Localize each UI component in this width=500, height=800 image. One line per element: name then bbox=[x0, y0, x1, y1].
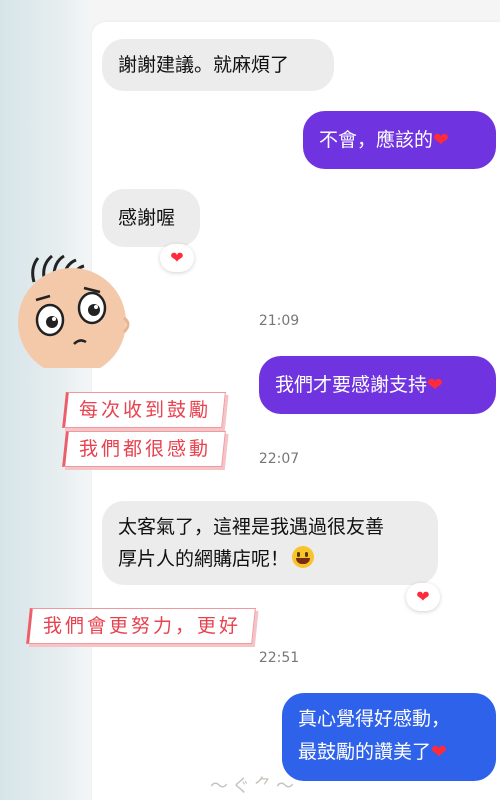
message-outgoing[interactable]: 不會，應該的❤ bbox=[303, 111, 496, 169]
message-text: 我們才要感謝支持 bbox=[275, 374, 428, 396]
heart-icon: ❤ bbox=[427, 374, 443, 396]
timestamp: 22:51 bbox=[258, 650, 300, 666]
heart-icon: ❤ bbox=[433, 129, 449, 151]
message-outgoing[interactable]: 我們才要感謝支持❤ bbox=[259, 356, 496, 414]
caption-overlay: 我們都很感動 bbox=[62, 431, 226, 467]
grinning-emoji-icon bbox=[292, 546, 315, 568]
message-incoming[interactable]: 謝謝建議。就麻煩了 bbox=[102, 39, 334, 91]
message-incoming[interactable]: 太客氣了，這裡是我遇過很友善 厚片人的網購店呢！ bbox=[102, 501, 438, 585]
caption-overlay: 我們會更努力，更好 bbox=[26, 608, 256, 644]
message-text-line1: 太客氣了，這裡是我遇過很友善 bbox=[118, 516, 385, 538]
heart-reaction-icon[interactable]: ❤ bbox=[160, 244, 194, 272]
message-text-line1: 真心覺得好感動， bbox=[298, 708, 451, 730]
handwritten-signature: 〜ぐ⺈〜 bbox=[210, 776, 298, 797]
timestamp: 22:07 bbox=[258, 451, 300, 467]
message-text-line2: 厚片人的網購店呢！ bbox=[118, 548, 290, 570]
timestamp: 21:09 bbox=[258, 313, 300, 329]
heart-reaction-icon[interactable]: ❤ bbox=[406, 583, 440, 611]
crying-face-mascot-icon bbox=[18, 254, 130, 368]
message-text: 不會，應該的 bbox=[319, 129, 434, 151]
caption-overlay: 每次收到鼓勵 bbox=[62, 392, 226, 428]
message-text-line2: 最鼓勵的讚美了 bbox=[298, 741, 432, 763]
message-text: 謝謝建議。就麻煩了 bbox=[118, 54, 290, 76]
heart-icon: ❤ bbox=[431, 741, 447, 763]
message-outgoing[interactable]: 真心覺得好感動， 最鼓勵的讚美了❤ bbox=[282, 693, 496, 781]
message-incoming[interactable]: 感謝喔 bbox=[102, 189, 200, 247]
message-text: 感謝喔 bbox=[118, 207, 176, 229]
